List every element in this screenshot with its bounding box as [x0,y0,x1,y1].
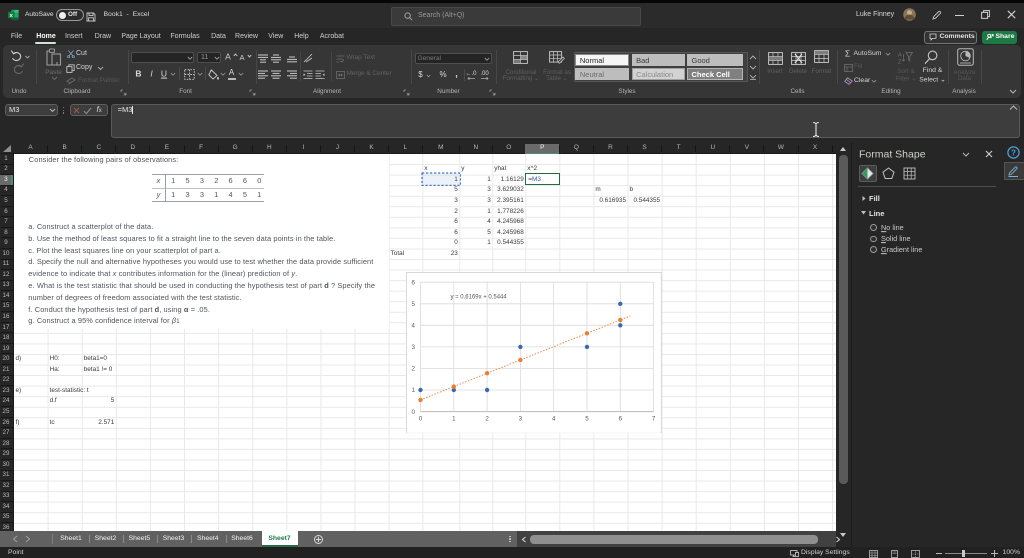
svg-text:3: 3 [411,344,415,351]
svg-text:0: 0 [419,415,423,422]
svg-text:0: 0 [411,408,415,415]
svg-text:?: ? [1011,148,1016,157]
svg-text:6: 6 [618,415,622,422]
svg-text:5: 5 [411,301,415,308]
svg-text:4: 4 [411,322,415,329]
svg-text:1: 1 [452,415,456,422]
svg-text:6: 6 [411,279,415,286]
svg-text:1: 1 [411,387,415,394]
svg-text:5: 5 [585,415,589,422]
svg-text:7: 7 [652,415,656,422]
svg-text:y = 0.6169x + 0.5444: y = 0.6169x + 0.5444 [450,294,507,300]
svg-text:Z: Z [898,59,902,64]
svg-text:2: 2 [485,415,489,422]
svg-text:3: 3 [518,415,522,422]
svg-text:2: 2 [411,365,415,372]
svg-text:A: A [898,52,902,58]
svg-text:4: 4 [552,415,556,422]
